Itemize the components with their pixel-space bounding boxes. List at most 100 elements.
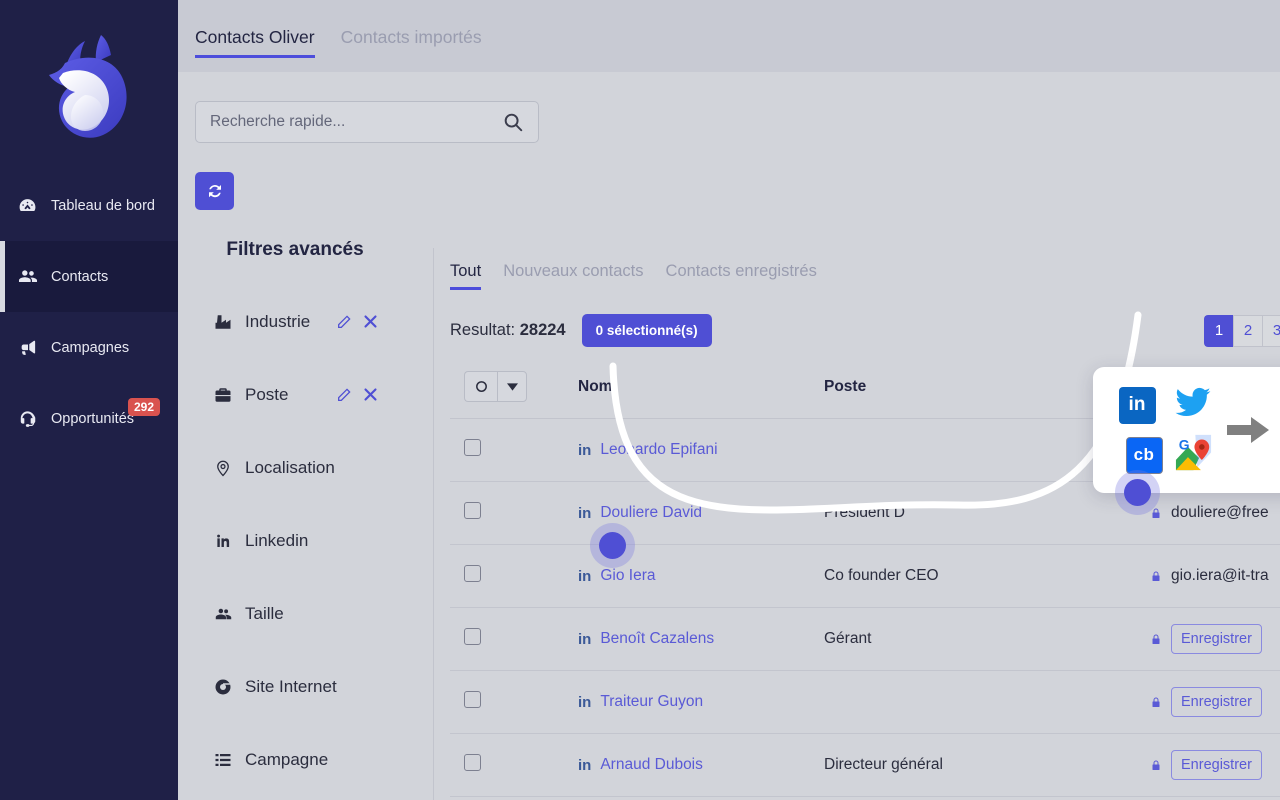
row-email-cell: Enregistrer [1150,608,1280,671]
row-name-cell: in Gio Iera [578,545,824,608]
table-row[interactable]: in Christophe Voisin Associé gérant [450,797,1280,800]
row-checkbox[interactable] [464,754,481,771]
linkedin-icon: in [578,567,592,585]
selected-count-button[interactable]: 0 sélectionné(s) [581,314,712,347]
contact-name-link[interactable]: Benoît Cazalens [600,630,714,648]
sidebar-item-campagnes[interactable]: Campagnes [0,312,178,383]
contact-name-link[interactable]: Traiteur Guyon [600,693,703,711]
tab-label: Contacts enregistrés [665,262,817,280]
status-badge: 292 [128,398,161,416]
pencil-icon[interactable] [336,314,352,330]
content-tabs: Tout Nouveaux contacts Contacts enregist… [450,248,1280,290]
fox-logo-icon [49,35,127,138]
caret-down-icon[interactable] [497,371,527,402]
filters-panel: Filtres avancés Industrie [178,72,539,800]
search-box[interactable] [195,101,539,143]
tab-contacts-importes[interactable]: Contacts importés [341,27,482,58]
row-email-cell: Enregistrer [1150,419,1280,482]
row-poste-cell: Associé gérant [824,797,1150,800]
tab-contacts-oliver[interactable]: Contacts Oliver [195,27,315,58]
row-select-cell [450,482,578,545]
sidebar: Tableau de bord Contacts Campagnes Oppor… [0,0,178,800]
save-button[interactable]: Enregistrer [1150,435,1241,465]
results-bar: Resultat: 28224 0 sélectionné(s) 1 2 3 » [450,314,1280,347]
linkedin-icon [214,532,235,550]
table-row[interactable]: in Leonardo Epifani Enregistrer [450,419,1280,482]
row-checkbox[interactable] [464,502,481,519]
pagination: 1 2 3 » [1204,314,1280,347]
lock-icon [1150,570,1162,583]
filter-item-poste[interactable]: Poste [195,358,433,431]
row-checkbox[interactable] [464,565,481,582]
tab-tout[interactable]: Tout [450,262,482,290]
sidebar-item-opportunites[interactable]: Opportunités 292 [0,383,178,454]
row-checkbox[interactable] [464,691,481,708]
row-checkbox[interactable] [464,628,481,645]
row-poste-cell: Co founder CEO [824,567,939,584]
sidebar-item-label: Tableau de bord [51,197,155,214]
column-header-nom: Nom [578,369,824,419]
page-1-button[interactable]: 1 [1204,314,1233,347]
filter-item-taille[interactable]: Taille [195,577,433,650]
pencil-icon[interactable] [336,387,352,403]
sidebar-item-contacts[interactable]: Contacts [0,241,178,312]
tab-label: Contacts Oliver [195,27,315,47]
search-input[interactable] [210,113,502,131]
filter-label: Campagne [245,749,329,769]
contact-name-link[interactable]: Arnaud Dubois [600,756,703,774]
content-columns: Filtres avancés Industrie [178,72,1280,800]
sidebar-item-label: Opportunités [51,410,135,427]
save-button[interactable]: Enregistrer [1171,687,1262,717]
select-all-group[interactable] [464,371,527,402]
filter-item-site-internet[interactable]: Site Internet [195,650,433,723]
row-select-cell [450,734,578,797]
close-x-icon[interactable] [363,314,378,330]
row-select-cell [450,797,578,800]
save-button[interactable]: Enregistrer [1171,750,1262,780]
page-2-button[interactable]: 2 [1233,314,1262,347]
save-button[interactable]: Enregistrer [1171,624,1262,654]
filter-item-campagne[interactable]: Campagne [195,723,433,796]
table-row[interactable]: in Arnaud Dubois Directeur général Enreg… [450,734,1280,797]
table-row[interactable]: in Traiteur Guyon Enregistrer [450,671,1280,734]
row-name-cell: in Leonardo Epifani [578,419,824,482]
row-email-cell: Enregistrer [1150,797,1280,800]
row-poste-cell [824,419,1150,482]
row-select-cell [450,671,578,734]
tab-contacts-enregistres[interactable]: Contacts enregistrés [666,262,817,290]
linkedin-icon: in [578,630,592,648]
circle-icon[interactable] [464,371,497,402]
tab-label: Tout [450,262,482,280]
row-name-cell: in Douliere David [578,482,824,545]
top-tabbar: Contacts Oliver Contacts importés [178,0,1280,72]
page-3-button[interactable]: 3 [1262,314,1280,347]
table-row[interactable]: in Douliere David Président D douliere@f… [450,482,1280,545]
contact-name-link[interactable]: Leonardo Epifani [600,441,717,459]
filter-item-localisation[interactable]: Localisation [195,431,433,504]
filter-label: Industrie [245,311,311,331]
tab-nouveaux-contacts[interactable]: Nouveaux contacts [503,262,643,290]
table-header: Nom Poste Email [450,369,1280,419]
filter-label: Poste [245,384,289,404]
table-row[interactable]: in Benoît Cazalens Gérant Enregistrer [450,608,1280,671]
row-poste-cell: Gérant [824,630,872,647]
contacts-panel: Tout Nouveaux contacts Contacts enregist… [433,248,1280,800]
row-checkbox[interactable] [464,439,481,456]
close-x-icon[interactable] [363,387,378,403]
filter-label: Site Internet [245,676,337,696]
filter-item-linkedin[interactable]: Linkedin [195,504,433,577]
search-icon[interactable] [502,111,524,133]
table-row[interactable]: in Gio Iera Co founder CEO gio.iera@it-t… [450,545,1280,608]
users-icon [18,267,40,286]
lock-icon [1150,507,1162,520]
row-select-cell [450,419,578,482]
sidebar-item-tableau-de-bord[interactable]: Tableau de bord [0,170,178,241]
refresh-button[interactable] [195,172,234,210]
filter-item-industrie[interactable]: Industrie [195,285,433,358]
column-label: Email [1150,377,1192,395]
result-label: Resultat: [450,321,516,339]
row-poste-cell: Président D [824,504,905,521]
contact-name-link[interactable]: Gio Iera [600,567,655,585]
app-root: Tableau de bord Contacts Campagnes Oppor… [0,0,1280,800]
contact-name-link[interactable]: Douliere David [600,504,702,522]
